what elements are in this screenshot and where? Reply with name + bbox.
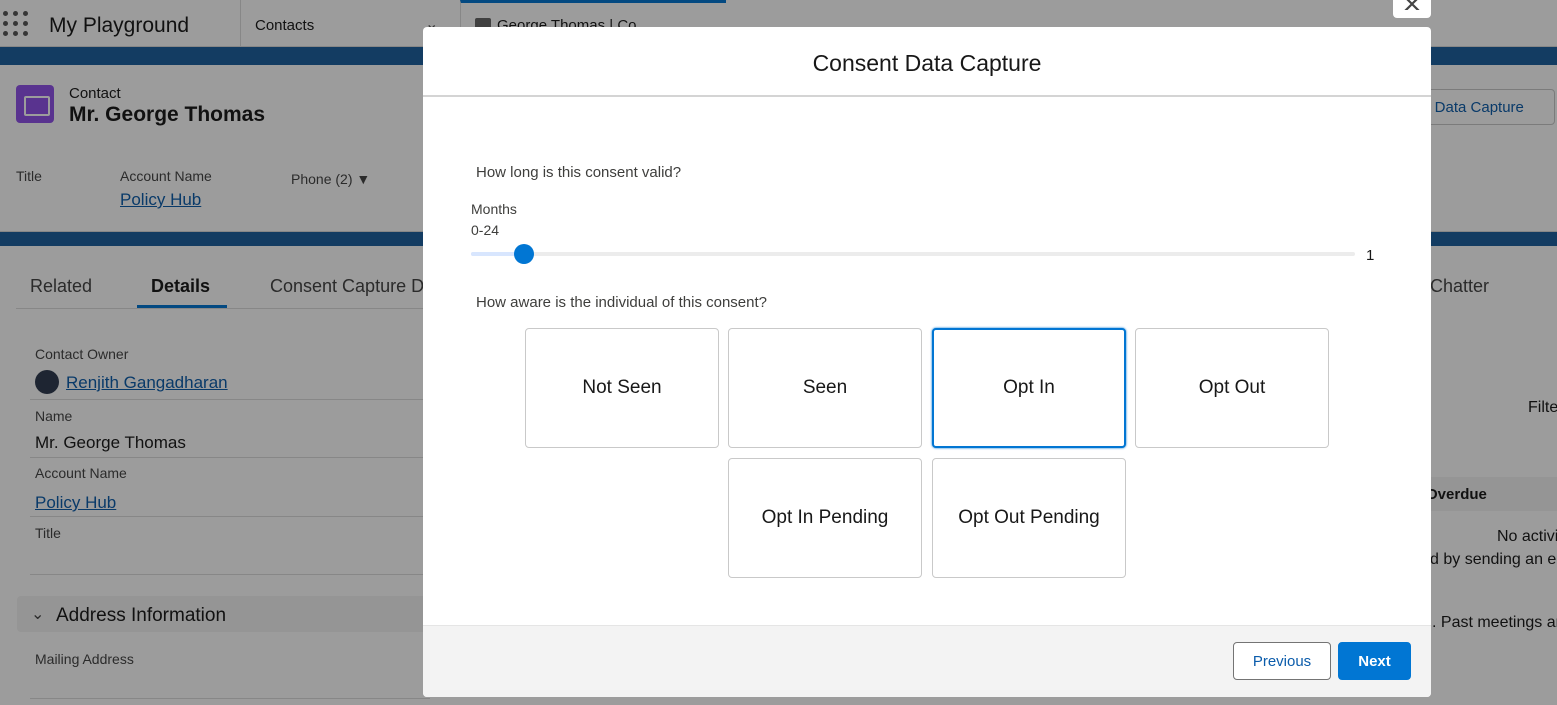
close-button[interactable] bbox=[1393, 0, 1431, 18]
option-opt-in[interactable]: Opt In bbox=[932, 328, 1126, 448]
option-not-seen[interactable]: Not Seen bbox=[525, 328, 719, 448]
option-label: Opt In Pending bbox=[761, 507, 889, 528]
option-label: Opt Out Pending bbox=[958, 507, 1100, 528]
consent-modal: Consent Data Capture How long is this co… bbox=[423, 27, 1431, 697]
question-aware: How aware is the individual of this cons… bbox=[476, 294, 767, 311]
option-label: Not Seen bbox=[582, 377, 662, 398]
option-label: Opt Out bbox=[1198, 377, 1266, 398]
close-icon bbox=[1404, 0, 1420, 10]
slider-value: 1 bbox=[1366, 247, 1375, 264]
question-valid: How long is this consent valid? bbox=[476, 164, 682, 181]
option-label: Seen bbox=[802, 377, 848, 398]
slider-thumb[interactable] bbox=[514, 244, 535, 264]
option-opt-out[interactable]: Opt Out bbox=[1135, 328, 1329, 448]
months-slider[interactable] bbox=[471, 244, 1355, 264]
next-button[interactable]: Next bbox=[1338, 642, 1411, 680]
slider-range: 0-24 bbox=[471, 222, 500, 238]
previous-button[interactable]: Previous bbox=[1233, 642, 1331, 680]
slider-label: Months bbox=[471, 201, 517, 217]
option-label: Opt In bbox=[1003, 377, 1055, 398]
option-seen[interactable]: Seen bbox=[728, 328, 922, 448]
option-opt-out-pending[interactable]: Opt Out Pending bbox=[932, 458, 1126, 578]
option-opt-in-pending[interactable]: Opt In Pending bbox=[728, 458, 922, 578]
modal-title: Consent Data Capture bbox=[423, 27, 1431, 97]
modal-footer: Previous Next bbox=[423, 625, 1431, 697]
